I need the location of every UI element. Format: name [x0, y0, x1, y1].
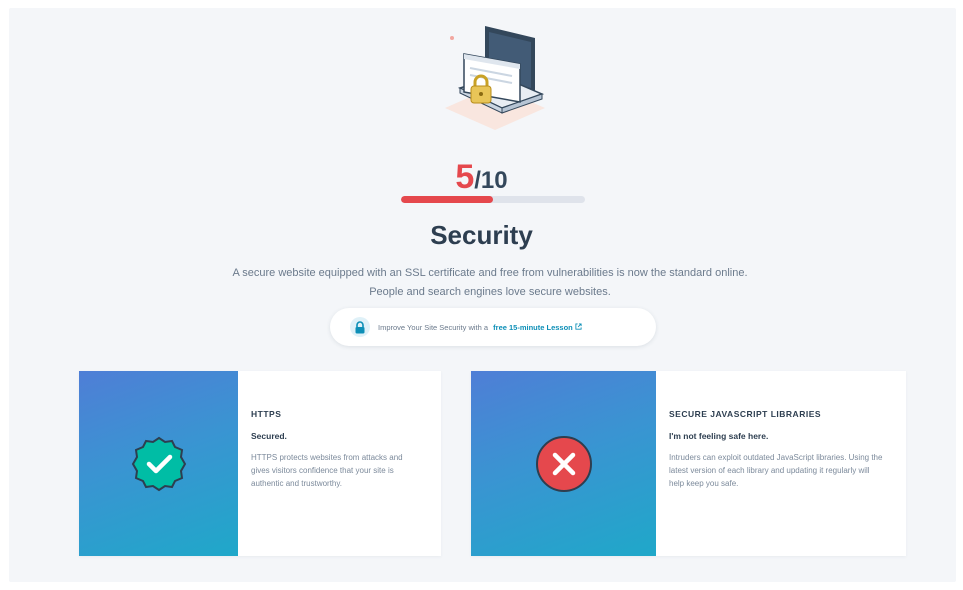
score-total: /10: [474, 167, 508, 194]
x-circle-icon: [535, 435, 592, 492]
https-card: HTTPS Secured. HTTPS protects websites f…: [79, 371, 441, 556]
lesson-prefix: Improve Your Site Security with a: [378, 322, 489, 332]
score-value: 5: [455, 158, 475, 196]
card-status: I'm not feeling safe here.: [669, 431, 769, 441]
card-body: HTTPS Secured. HTTPS protects websites f…: [251, 409, 419, 490]
score-display: 5/10: [0, 158, 963, 197]
card-body: SECURE JAVASCRIPT LIBRARIES I'm not feel…: [669, 409, 884, 490]
score-progress-fill: [401, 196, 493, 203]
lesson-link[interactable]: free 15-minute Lesson: [493, 323, 582, 332]
lock-icon: [350, 317, 370, 337]
card-icon-panel: [79, 371, 238, 556]
card-text: HTTPS protects websites from attacks and…: [251, 453, 403, 488]
laptop-lock-icon: [445, 26, 545, 130]
section-title: Security: [430, 220, 533, 250]
external-link-icon: [575, 322, 582, 330]
js-libraries-card: SECURE JAVASCRIPT LIBRARIES I'm not feel…: [471, 371, 906, 556]
score-progress-bar: [401, 196, 585, 203]
lesson-banner[interactable]: Improve Your Site Security with a free 1…: [330, 308, 656, 346]
card-text: Intruders can exploit outdated JavaScrip…: [669, 453, 883, 488]
section-description: A secure website equipped with an SSL ce…: [232, 267, 748, 298]
card-status: Secured.: [251, 431, 287, 441]
check-badge-icon: [131, 436, 186, 491]
lesson-link-label: free 15-minute Lesson: [493, 322, 573, 332]
card-heading: HTTPS: [251, 409, 282, 419]
card-heading: SECURE JAVASCRIPT LIBRARIES: [669, 409, 822, 419]
card-icon-panel: [471, 371, 656, 556]
